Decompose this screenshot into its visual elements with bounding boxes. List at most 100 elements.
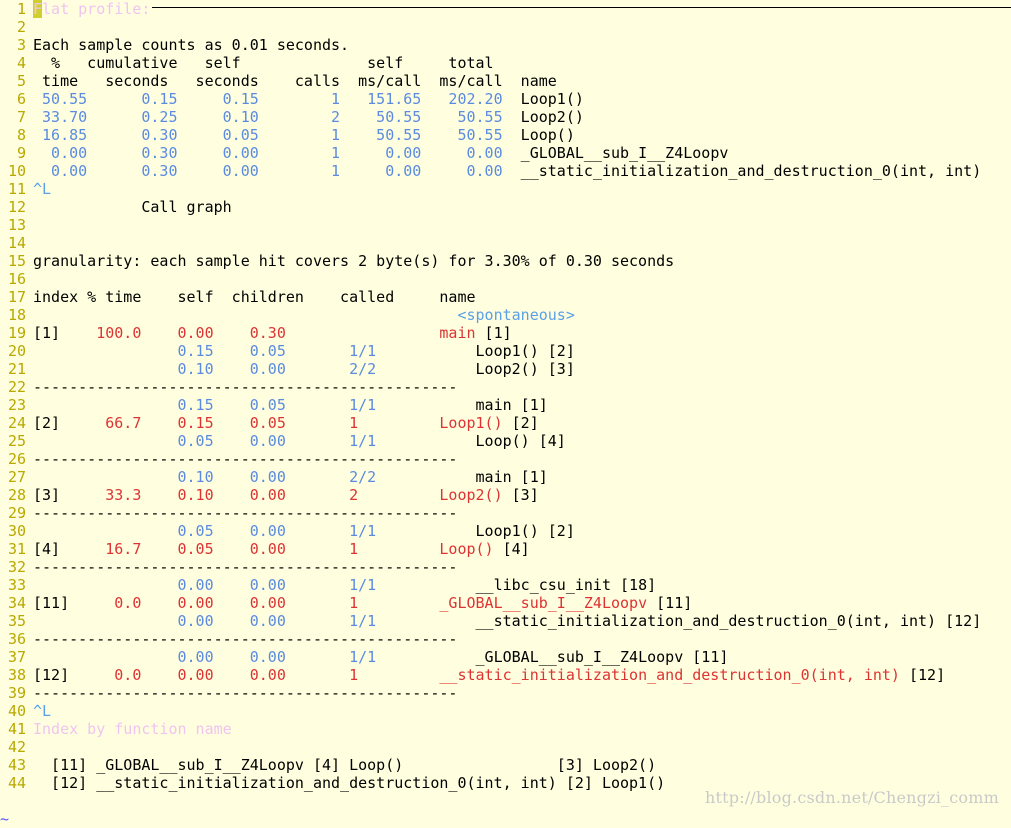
editor-line[interactable]: 26 --------------------------------------… <box>0 450 1011 468</box>
line-number: 36 <box>7 630 26 648</box>
editor-line[interactable]: 22 --------------------------------------… <box>0 378 1011 396</box>
editor-line[interactable]: 21 0.10 0.00 2/2 Loop2() [3] <box>0 360 1011 378</box>
editor-line[interactable]: 33 0.00 0.00 1/1 __libc_csu_init [18] <box>0 576 1011 594</box>
editor-line[interactable]: 28 [3] 33.3 0.10 0.00 2 Loop2() [3] <box>0 486 1011 504</box>
editor-line[interactable]: 36 --------------------------------------… <box>0 630 1011 648</box>
editor-line[interactable]: 12 Call graph <box>0 198 1011 216</box>
editor-line[interactable]: 24 [2] 66.7 0.15 0.05 1 Loop1() [2] <box>0 414 1011 432</box>
line-text: index % time self children called name <box>33 288 1011 306</box>
editor-line[interactable]: 9 0.00 0.30 0.00 1 0.00 0.00 _GLOBAL__su… <box>0 144 1011 162</box>
line-number: 25 <box>7 432 26 450</box>
editor-line[interactable]: 2 <box>0 18 1011 36</box>
text-segment: Loop1() <box>520 90 584 108</box>
text-segment: ----------------------------------------… <box>33 450 458 468</box>
line-text: 0.00 0.00 1/1 __static_initialization_an… <box>33 612 1011 630</box>
line-text: <spontaneous> <box>33 306 1011 324</box>
text-segment: [12] __static_initialization_and_destruc… <box>33 774 666 792</box>
editor-line[interactable]: 18 <spontaneous> <box>0 306 1011 324</box>
editor-line[interactable]: 39 --------------------------------------… <box>0 684 1011 702</box>
editor-line[interactable]: 5 time seconds seconds calls ms/call ms/… <box>0 72 1011 90</box>
text-segment: __static_initialization_and_destruction_… <box>475 612 982 630</box>
line-text: ----------------------------------------… <box>33 558 1011 576</box>
text-segment: % cumulative self self total <box>33 54 494 72</box>
editor-line[interactable]: 42 <box>0 738 1011 756</box>
text-segment: Loop() <box>520 126 575 144</box>
text-segment: Call graph <box>33 198 232 216</box>
editor-line[interactable]: 35 0.00 0.00 1/1 __static_initialization… <box>0 612 1011 630</box>
text-segment: 33.70 0.25 0.10 2 50.55 50.55 <box>33 108 521 126</box>
line-text: 0.10 0.00 2/2 Loop2() [3] <box>33 360 1011 378</box>
editor-line[interactable]: 34 [11] 0.0 0.00 0.00 1 _GLOBAL__sub_I__Z… <box>0 594 1011 612</box>
text-segment: [12] <box>33 666 115 684</box>
editor-line[interactable]: 17 index % time self children called name <box>0 288 1011 306</box>
editor-line[interactable]: 16 <box>0 270 1011 288</box>
editor-line[interactable]: 23 0.15 0.05 1/1 main [1] <box>0 396 1011 414</box>
editor-line[interactable]: 29 --------------------------------------… <box>0 504 1011 522</box>
text-segment: [4] <box>493 540 530 558</box>
line-number: 13 <box>7 216 26 234</box>
editor-line[interactable]: 13 <box>0 216 1011 234</box>
text-editor[interactable]: 1 Flat profile: 2 3 Each sample counts as 0.… <box>0 0 1011 792</box>
line-number: 12 <box>7 198 26 216</box>
editor-line[interactable]: 43 [11] _GLOBAL__sub_I__Z4Loopv [4] Loop… <box>0 756 1011 774</box>
line-text: [12] 0.0 0.00 0.00 1 __static_initializa… <box>33 666 1011 684</box>
line-text: ^L <box>33 180 1011 198</box>
line-text: [11] 0.0 0.00 0.00 1 _GLOBAL__sub_I__Z4L… <box>33 594 1011 612</box>
text-segment: 0.0 0.00 0.00 1 _GLOBAL__sub_I__Z4Loopv <box>114 594 648 612</box>
editor-line[interactable]: 8 16.85 0.30 0.05 1 50.55 50.55 Loop() <box>0 126 1011 144</box>
editor-line[interactable]: 7 33.70 0.25 0.10 2 50.55 50.55 Loop2() <box>0 108 1011 126</box>
line-number: 32 <box>7 558 26 576</box>
editor-line[interactable]: 15 granularity: each sample hit covers 2 … <box>0 252 1011 270</box>
editor-line[interactable]: 6 50.55 0.15 0.15 1 151.65 202.20 Loop1(… <box>0 90 1011 108</box>
editor-line[interactable]: 1 Flat profile: <box>0 0 1011 18</box>
text-segment: [11] _GLOBAL__sub_I__Z4Loopv [4] Loop() … <box>33 756 657 774</box>
line-number: 10 <box>7 162 26 180</box>
text-segment: main [1] <box>475 396 548 414</box>
editor-line[interactable]: 31 [4] 16.7 0.05 0.00 1 Loop() [4] <box>0 540 1011 558</box>
line-number: 4 <box>16 54 26 72</box>
editor-line[interactable]: 40 ^L <box>0 702 1011 720</box>
line-number: 33 <box>7 576 26 594</box>
line-text: ----------------------------------------… <box>33 684 1011 702</box>
text-segment: [2] <box>502 414 539 432</box>
editor-line[interactable]: 38 [12] 0.0 0.00 0.00 1 __static_initiali… <box>0 666 1011 684</box>
line-number: 28 <box>7 486 26 504</box>
editor-line[interactable]: 19 [1] 100.0 0.00 0.30 main [1] <box>0 324 1011 342</box>
text-segment: 0.15 0.05 1/1 <box>33 342 476 360</box>
text-segment: [4] <box>33 540 106 558</box>
text-segment: ----------------------------------------… <box>33 558 458 576</box>
heading-underline <box>152 7 1011 8</box>
editor-line[interactable]: 3 Each sample counts as 0.01 seconds. <box>0 36 1011 54</box>
editor-line[interactable]: 30 0.05 0.00 1/1 Loop1() [2] <box>0 522 1011 540</box>
editor-line[interactable]: 11 ^L <box>0 180 1011 198</box>
line-text: [3] 33.3 0.10 0.00 2 Loop2() [3] <box>33 486 1011 504</box>
editor-line[interactable]: 37 0.00 0.00 1/1 _GLOBAL__sub_I__Z4Loopv… <box>0 648 1011 666</box>
text-segment: Loop1() [2] <box>475 522 575 540</box>
text-segment: 0.0 0.00 0.00 1 __static_initialization_… <box>114 666 900 684</box>
text-segment: [12] <box>899 666 946 684</box>
editor-line[interactable]: 14 <box>0 234 1011 252</box>
editor-line[interactable]: 32 --------------------------------------… <box>0 558 1011 576</box>
text-segment: 0.00 0.30 0.00 1 0.00 0.00 <box>33 144 521 162</box>
line-text: [1] 100.0 0.00 0.30 main [1] <box>33 324 1011 342</box>
editor-line[interactable]: 25 0.05 0.00 1/1 Loop() [4] <box>0 432 1011 450</box>
editor-line[interactable]: 10 0.00 0.30 0.00 1 0.00 0.00 __static_i… <box>0 162 1011 180</box>
line-number: 30 <box>7 522 26 540</box>
line-text: 0.00 0.00 1/1 __libc_csu_init [18] <box>33 576 1011 594</box>
text-segment: 0.10 0.00 2/2 <box>33 468 476 486</box>
editor-line[interactable]: 41 Index by function name <box>0 720 1011 738</box>
editor-line[interactable]: 27 0.10 0.00 2/2 main [1] <box>0 468 1011 486</box>
text-segment: Loop1() [2] <box>475 342 575 360</box>
editor-line[interactable]: 4 % cumulative self self total <box>0 54 1011 72</box>
text-segment: [11] <box>33 594 115 612</box>
text-segment: ^L <box>33 180 52 198</box>
line-number: 39 <box>7 684 26 702</box>
text-cursor: F <box>33 0 43 18</box>
text-segment: 50.55 0.15 0.15 1 151.65 202.20 <box>33 90 521 108</box>
text-segment: [2] <box>33 414 106 432</box>
line-number: 11 <box>7 180 26 198</box>
line-number: 1 <box>16 0 26 18</box>
end-of-buffer-filler: ~ <box>0 792 20 828</box>
editor-line[interactable]: 20 0.15 0.05 1/1 Loop1() [2] <box>0 342 1011 360</box>
text-segment: Loop() [4] <box>475 432 566 450</box>
